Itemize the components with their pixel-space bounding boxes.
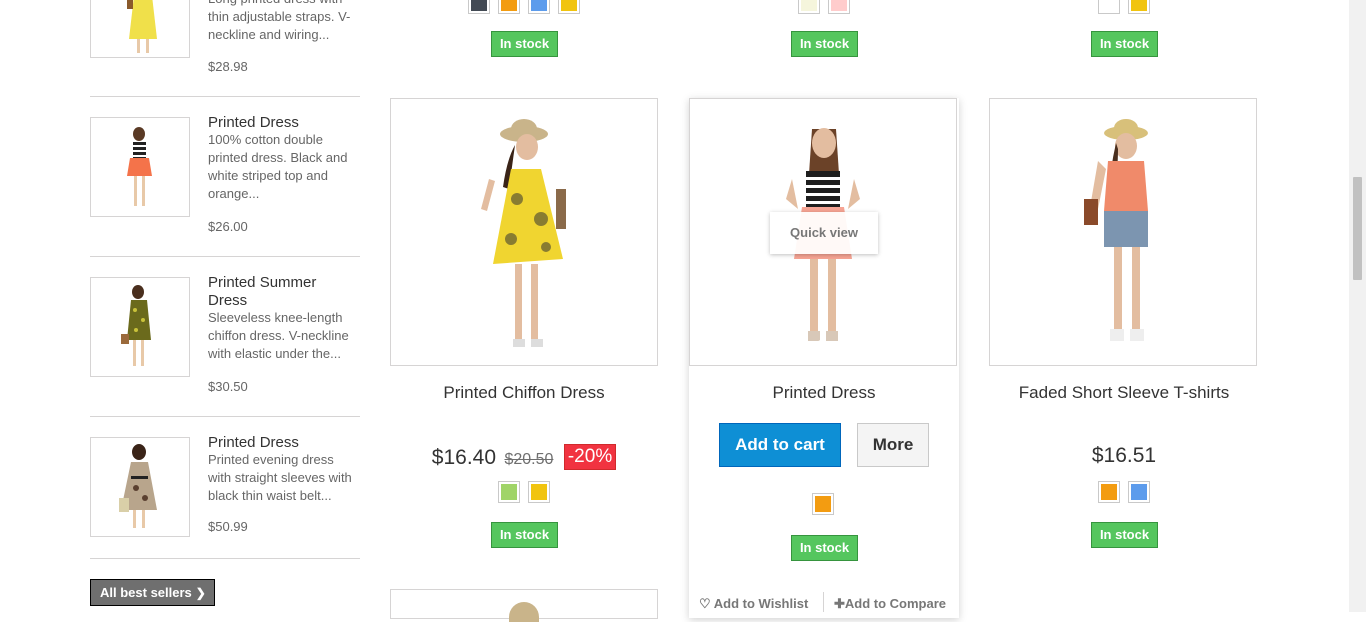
product-name[interactable]: Faded Short Sleeve T-shirts bbox=[989, 383, 1259, 403]
color-swatch[interactable] bbox=[798, 0, 820, 14]
sidebar-item-name[interactable]: Printed Dress bbox=[208, 434, 358, 452]
sidebar-item-price: $28.98 bbox=[208, 59, 248, 74]
stock-badge: In stock bbox=[1091, 31, 1158, 57]
divider bbox=[90, 256, 360, 257]
price-row: $16.40 $20.50 -20% bbox=[389, 444, 659, 470]
product-thumbnail[interactable] bbox=[90, 277, 190, 377]
sidebar-item-desc: Sleeveless knee-length chiffon dress. V-… bbox=[208, 310, 349, 361]
sidebar-item-name[interactable]: Printed Dress bbox=[208, 114, 358, 132]
product-image[interactable] bbox=[390, 98, 658, 366]
product-thumbnail[interactable] bbox=[90, 0, 190, 58]
page-scrollbar[interactable] bbox=[1349, 0, 1366, 612]
sidebar-item-desc: Printed evening dress with straight slee… bbox=[208, 452, 352, 503]
old-price: $20.50 bbox=[504, 451, 554, 468]
sidebar-item-price: $26.00 bbox=[208, 219, 248, 234]
product-thumbnail[interactable] bbox=[90, 437, 190, 537]
color-swatch[interactable] bbox=[1098, 0, 1120, 14]
divider bbox=[823, 592, 824, 612]
sidebar-item-name[interactable]: Printed Summer Dress bbox=[208, 274, 358, 310]
stock-badge: In stock bbox=[491, 522, 558, 548]
color-swatch[interactable] bbox=[828, 0, 850, 14]
compare-label: Add to Compare bbox=[844, 596, 947, 611]
product-thumbnail[interactable] bbox=[90, 117, 190, 217]
quick-view-button[interactable]: Quick view bbox=[770, 212, 878, 254]
color-swatch[interactable] bbox=[528, 481, 550, 503]
best-sellers-label: All best sellers bbox=[100, 585, 192, 600]
color-swatch[interactable] bbox=[498, 481, 520, 503]
heart-icon: ♡ bbox=[699, 596, 711, 611]
color-swatch[interactable] bbox=[1128, 481, 1150, 503]
sidebar-item-price: $30.50 bbox=[208, 379, 248, 394]
product-image[interactable] bbox=[390, 589, 658, 622]
color-swatch[interactable] bbox=[528, 0, 550, 14]
product-price: $16.51 bbox=[1091, 444, 1157, 467]
sidebar-item-desc: 100% cotton double printed dress. Black … bbox=[208, 132, 348, 201]
chevron-right-icon: ❯ bbox=[195, 586, 206, 600]
stock-badge: In stock bbox=[1091, 522, 1158, 548]
wishlist-label: Add to Wishlist bbox=[713, 596, 809, 611]
plus-icon: ✚ bbox=[834, 596, 845, 611]
color-swatch[interactable] bbox=[498, 0, 520, 14]
price-row: $16.51 bbox=[989, 444, 1259, 468]
discount-badge: -20% bbox=[563, 444, 617, 470]
product-name[interactable]: Printed Chiffon Dress bbox=[389, 383, 659, 403]
scrollbar-thumb[interactable] bbox=[1353, 177, 1362, 280]
color-swatch[interactable] bbox=[1128, 0, 1150, 14]
color-swatch[interactable] bbox=[1098, 481, 1120, 503]
add-to-compare-link[interactable]: ✚Add to Compare bbox=[834, 596, 946, 612]
stock-badge: In stock bbox=[791, 31, 858, 57]
add-to-wishlist-link[interactable]: ♡ Add to Wishlist bbox=[699, 596, 808, 612]
all-best-sellers-button[interactable]: All best sellers ❯ bbox=[90, 579, 215, 606]
color-swatch[interactable] bbox=[468, 0, 490, 14]
divider bbox=[90, 96, 360, 97]
product-image[interactable] bbox=[989, 98, 1257, 366]
more-button[interactable]: More bbox=[857, 423, 929, 467]
product-price: $16.40 bbox=[431, 446, 497, 469]
add-to-cart-button[interactable]: Add to cart bbox=[719, 423, 841, 467]
sidebar-item-desc: Long printed dress with thin adjustable … bbox=[208, 0, 351, 42]
stock-badge: In stock bbox=[791, 535, 858, 561]
sidebar-item-price: $50.99 bbox=[208, 519, 248, 534]
svg-text:6: 6 bbox=[816, 337, 826, 357]
divider bbox=[90, 416, 360, 417]
color-swatch[interactable] bbox=[812, 493, 834, 515]
color-swatch[interactable] bbox=[558, 0, 580, 14]
divider bbox=[90, 558, 360, 559]
stock-badge: In stock bbox=[491, 31, 558, 57]
product-name[interactable]: Printed Dress bbox=[689, 383, 959, 403]
